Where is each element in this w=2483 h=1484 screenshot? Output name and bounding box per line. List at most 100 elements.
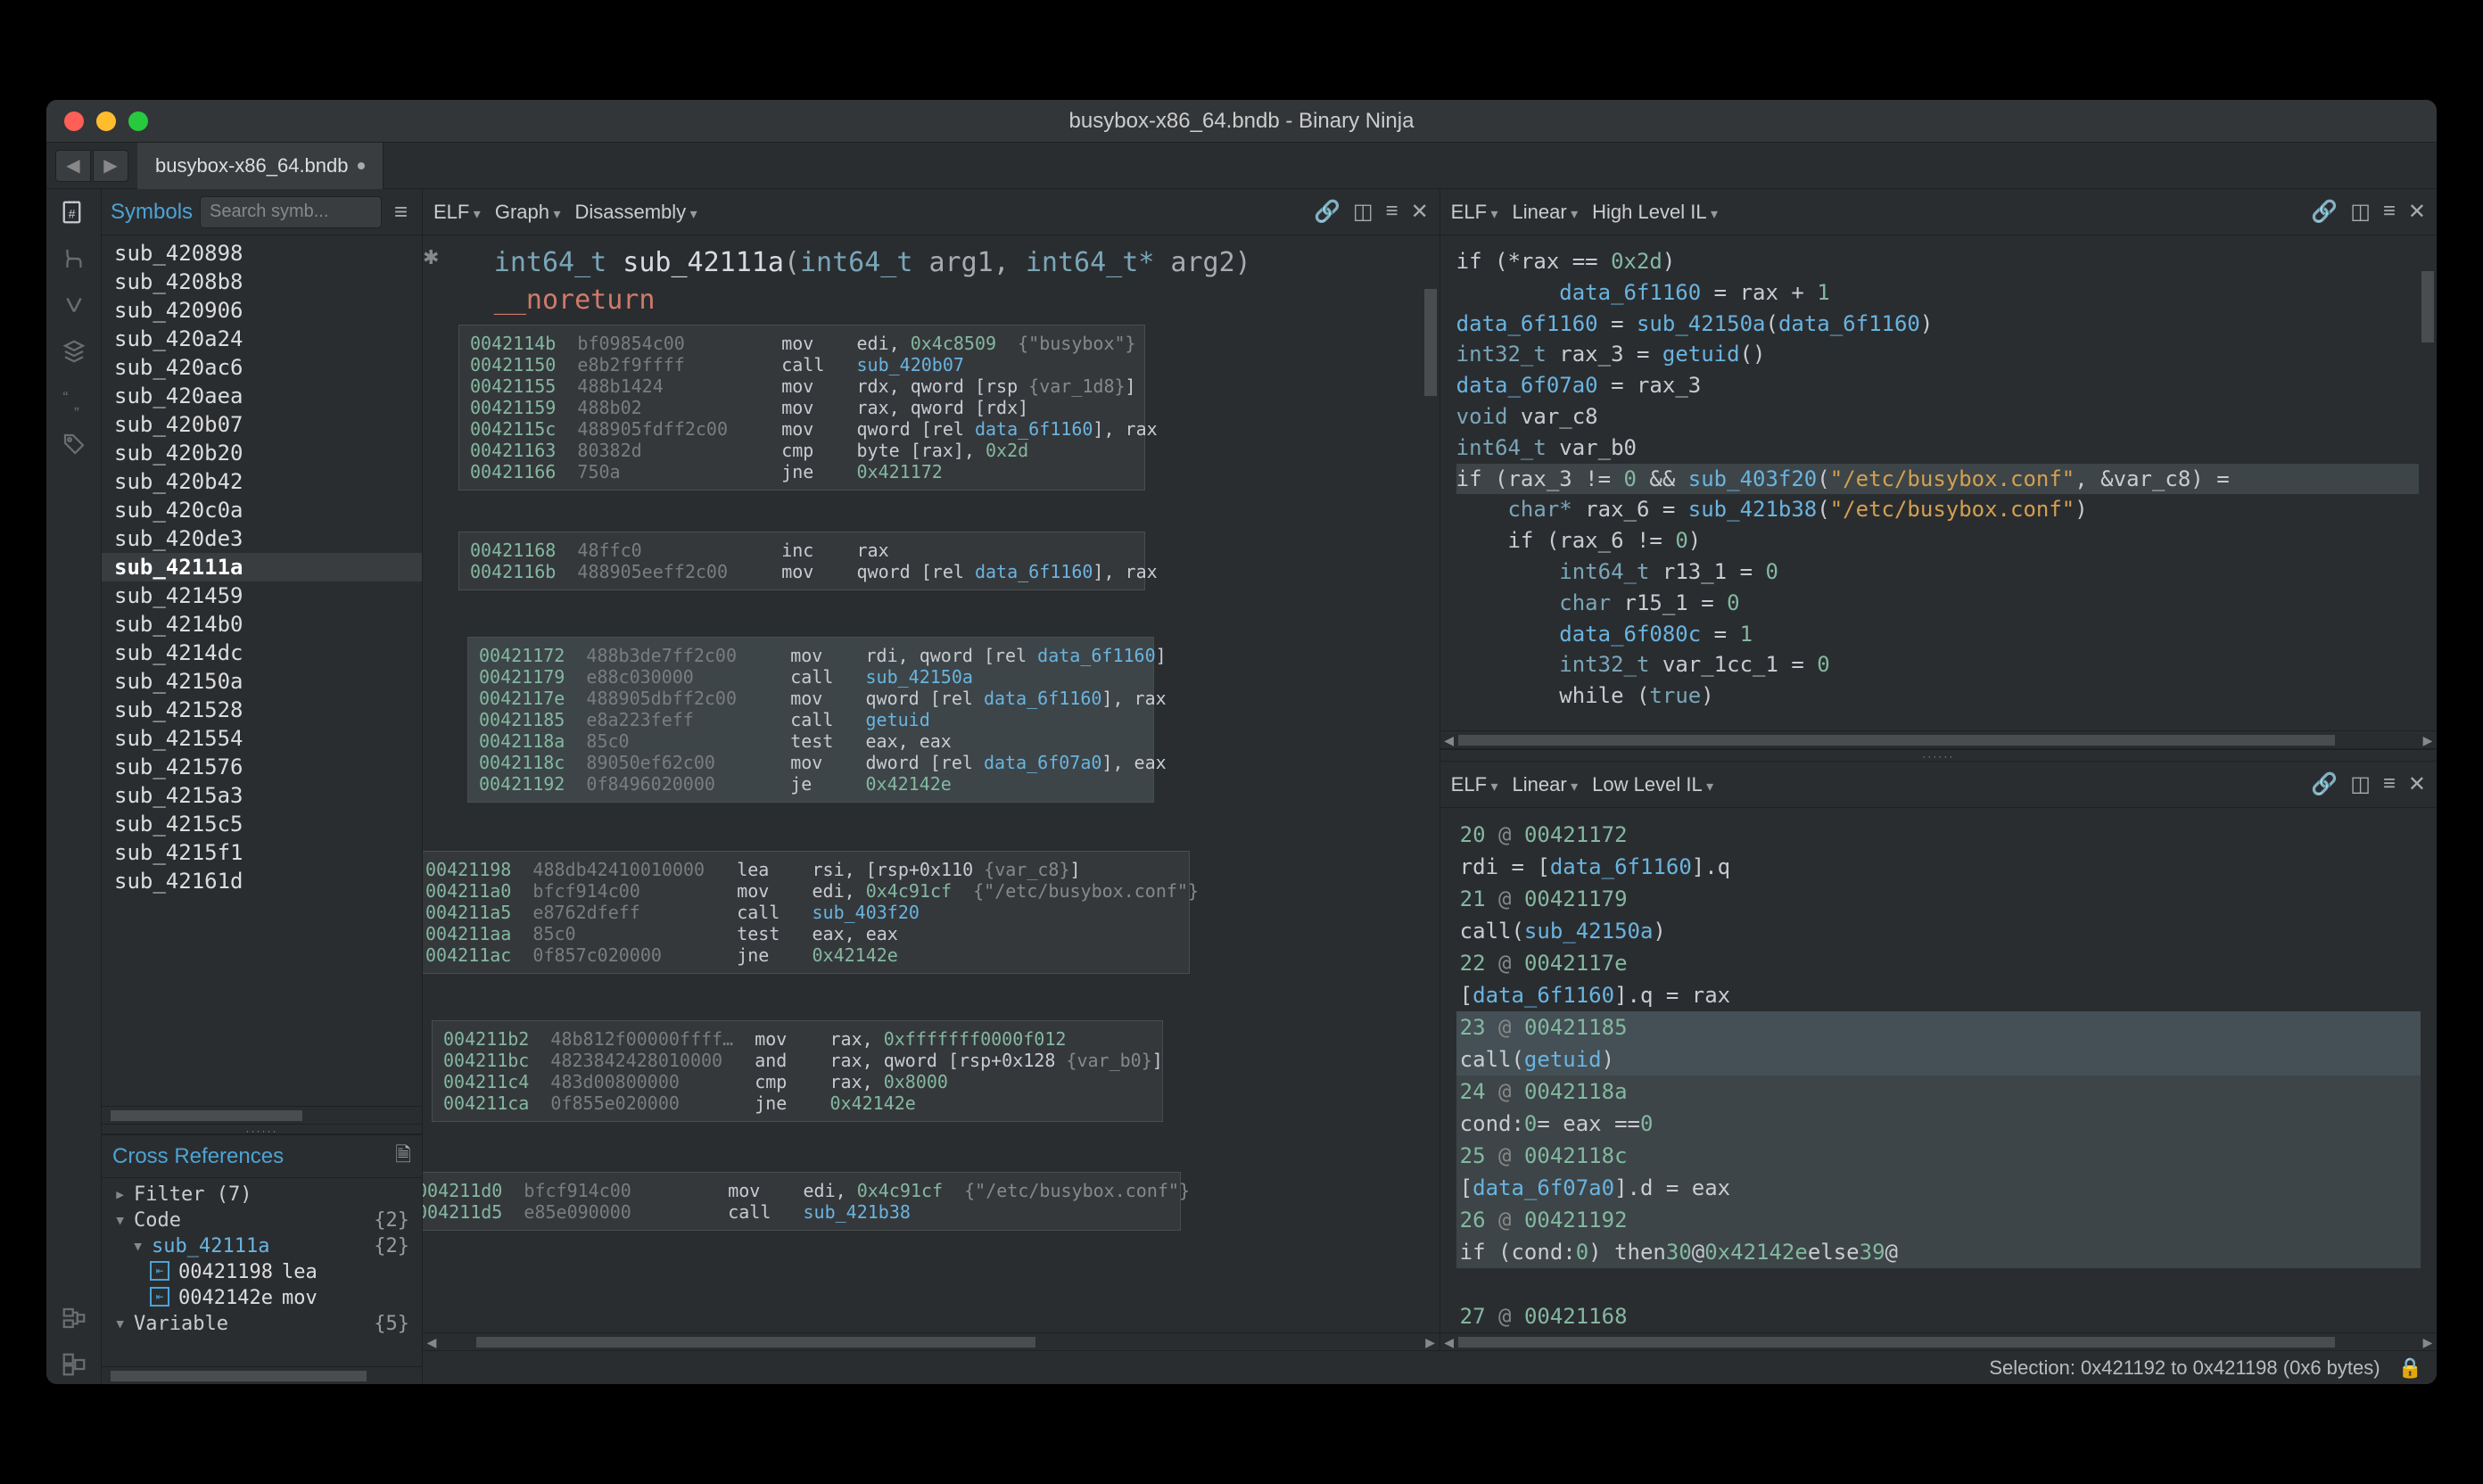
symbol-item[interactable]: sub_4214b0 (102, 610, 422, 639)
disasm-block[interactable]: 004211d0 bfcf914c00 mov edi, 0x4c91cf {"… (423, 1172, 1181, 1231)
close-pane-icon[interactable]: ✕ (1411, 199, 1429, 225)
xrefs-hscroll[interactable] (102, 1366, 422, 1384)
llil-hscroll[interactable]: ◀▶ (1440, 1332, 2437, 1350)
close-pane-icon[interactable]: ✕ (2408, 199, 2426, 225)
llil-row[interactable]: 23 @ 00421185 call(getuid) (1456, 1011, 2421, 1076)
pane-menu-icon[interactable]: ≡ (2383, 199, 2396, 225)
lock-icon[interactable]: 🔒 (2398, 1356, 2422, 1380)
symbol-item[interactable]: sub_421459 (102, 581, 422, 610)
disasm-hscroll[interactable]: ◀▶ (423, 1332, 1439, 1350)
pane-menu-icon[interactable]: ≡ (1386, 199, 1398, 225)
disasm-filetype-dropdown[interactable]: ELF (433, 201, 481, 224)
disasm-block[interactable]: 00421198 488db42410010000 lea rsi, [rsp+… (423, 851, 1190, 974)
pane-menu-icon[interactable]: ≡ (2383, 771, 2396, 797)
symbol-item[interactable]: sub_420906 (102, 296, 422, 325)
llil-row[interactable]: 21 @ 00421179 call(sub_42150a) (1456, 883, 2421, 947)
console-icon[interactable] (54, 1345, 94, 1384)
symbol-item[interactable]: sub_4215c5 (102, 810, 422, 838)
llil-row[interactable]: 24 @ 0042118a cond:0 = eax == 0 (1456, 1076, 2421, 1140)
llil-row[interactable]: 25 @ 0042118c [data_6f07a0].d = eax (1456, 1140, 2421, 1204)
maximize-window-button[interactable] (128, 111, 148, 131)
stack-icon[interactable] (54, 332, 94, 371)
disasm-vscroll[interactable] (1422, 235, 1439, 1332)
split-icon[interactable]: ◫ (2350, 771, 2371, 797)
symbol-item[interactable]: sub_420898 (102, 239, 422, 268)
link-icon[interactable]: 🔗 (2311, 771, 2338, 797)
llil-body[interactable]: 20 @ 00421172 rdi = [data_6f1160].q 21 @… (1440, 808, 2437, 1332)
symbol-item[interactable]: sub_4215a3 (102, 781, 422, 810)
symbol-item[interactable]: sub_420b20 (102, 439, 422, 467)
llil-filetype-dropdown[interactable]: ELF (1451, 773, 1498, 796)
types-icon[interactable] (54, 239, 94, 278)
symbol-item[interactable]: sub_420b07 (102, 410, 422, 439)
symbol-item[interactable]: sub_420ac6 (102, 353, 422, 382)
sidebar-splitter[interactable]: ······ (102, 1124, 422, 1134)
minimize-window-button[interactable] (96, 111, 116, 131)
symbol-list[interactable]: sub_420898sub_4208b8sub_420906sub_420a24… (102, 235, 422, 1106)
disasm-block[interactable]: 0042114b bf09854c00 mov edi, 0x4c8509 {"… (458, 325, 1145, 491)
symbol-item[interactable]: sub_420a24 (102, 325, 422, 353)
symbols-hscroll[interactable] (102, 1106, 422, 1124)
disasm-block[interactable]: 004211b2 48b812f00000ffff… mov rax, 0xff… (432, 1020, 1163, 1122)
symbol-item[interactable]: sub_4214dc (102, 639, 422, 667)
hlil-body[interactable]: if (*rax == 0x2d) data_6f1160 = rax + 1 … (1440, 235, 2437, 730)
llil-il-dropdown[interactable]: Low Level IL (1592, 773, 1713, 796)
breakpoint-gutter-icon[interactable]: ✱ (423, 235, 450, 269)
nav-back-button[interactable]: ◀ (55, 150, 91, 182)
symbols-icon[interactable]: # (54, 193, 94, 232)
nav-forward-button[interactable]: ▶ (93, 150, 128, 182)
symbol-item[interactable]: sub_42150a (102, 667, 422, 696)
llil-row[interactable] (1456, 1268, 2421, 1300)
symbol-item[interactable]: sub_421576 (102, 753, 422, 781)
symbols-menu-icon[interactable]: ≡ (389, 198, 413, 226)
file-tab[interactable]: busybox-x86_64.bndb (137, 143, 384, 189)
xrefs-new-window-icon[interactable]: 🗎 (395, 1140, 411, 1174)
symbol-item[interactable]: sub_420b42 (102, 467, 422, 496)
symbol-item[interactable]: sub_421528 (102, 696, 422, 724)
symbol-item[interactable]: sub_420c0a (102, 496, 422, 524)
symbol-search-input[interactable]: Search symb... (200, 196, 382, 228)
minimap-icon[interactable] (54, 1298, 94, 1338)
xrefs-filter-row[interactable]: ▸ Filter (7) (102, 1182, 422, 1208)
hlil-view-dropdown[interactable]: Linear (1513, 201, 1579, 224)
link-icon[interactable]: 🔗 (1314, 199, 1340, 225)
xrefs-fn-row[interactable]: ▾ sub_42111a {2} (102, 1233, 422, 1259)
hlil-hscroll[interactable]: ◀▶ (1440, 730, 2437, 748)
xrefs-var-row[interactable]: ▾ Variable {5} (102, 1311, 422, 1337)
xrefs-filter-label: Filter (7) (134, 1183, 252, 1206)
hlil-il-dropdown[interactable]: High Level IL (1592, 201, 1718, 224)
right-splitter[interactable]: ······ (1440, 749, 2437, 762)
close-window-button[interactable] (64, 111, 84, 131)
symbol-item[interactable]: sub_420aea (102, 382, 422, 410)
llil-row[interactable]: 26 @ 00421192 if (cond:0) then 30 @ 0x42… (1456, 1204, 2421, 1268)
strings-icon[interactable]: “„ (54, 378, 94, 417)
link-icon[interactable]: 🔗 (2311, 199, 2338, 225)
symbol-item[interactable]: sub_4215f1 (102, 838, 422, 867)
symbol-item[interactable]: sub_42111a (102, 553, 422, 581)
hlil-vscroll[interactable] (2419, 235, 2437, 730)
symbol-item[interactable]: sub_4208b8 (102, 268, 422, 296)
hlil-filetype-dropdown[interactable]: ELF (1451, 201, 1498, 224)
disasm-block[interactable]: 00421168 48ffc0 inc rax 0042116b 488905e… (458, 532, 1145, 590)
llil-row[interactable]: 20 @ 00421172 rdi = [data_6f1160].q (1456, 819, 2421, 883)
symbol-item[interactable]: sub_421554 (102, 724, 422, 753)
llil-row[interactable]: 27 @ 00421168 rax = rax + 1 (1456, 1300, 2421, 1332)
symbol-item[interactable]: sub_420de3 (102, 524, 422, 553)
close-pane-icon[interactable]: ✕ (2408, 771, 2426, 797)
disasm-block[interactable]: 00421172 488b3de7ff2c00 mov rdi, qword [… (467, 637, 1154, 803)
xrefs-code-row[interactable]: ▾ Code {2} (102, 1208, 422, 1233)
disasm-il-dropdown[interactable]: Disassembly (574, 201, 697, 224)
variables-icon[interactable] (54, 285, 94, 325)
xref-item[interactable]: ⇤0042142emov (102, 1285, 422, 1311)
llil-row[interactable]: 22 @ 0042117e [data_6f1160].q = rax (1456, 947, 2421, 1011)
split-icon[interactable]: ◫ (1353, 199, 1373, 225)
disasm-graph[interactable]: 0042114b bf09854c00 mov edi, 0x4c8509 {"… (450, 298, 1413, 1332)
xref-item[interactable]: ⇤00421198lea (102, 1259, 422, 1285)
tags-icon[interactable] (54, 425, 94, 464)
disasm-view-dropdown[interactable]: Graph (495, 201, 561, 224)
symbol-item[interactable]: sub_42161d (102, 867, 422, 895)
traffic-lights (46, 111, 148, 131)
app-window: busybox-x86_64.bndb - Binary Ninja ◀ ▶ b… (46, 100, 2437, 1384)
split-icon[interactable]: ◫ (2350, 199, 2371, 225)
llil-view-dropdown[interactable]: Linear (1513, 773, 1579, 796)
